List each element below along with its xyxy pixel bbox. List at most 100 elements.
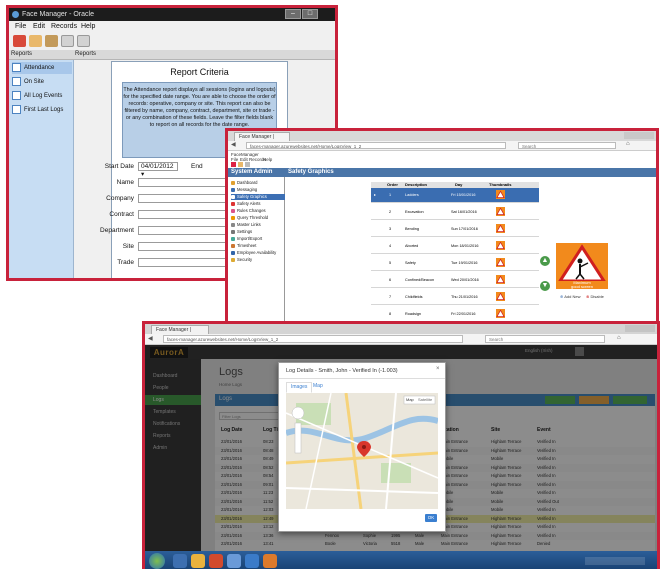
row-order: 5: [389, 261, 392, 265]
row-description: Confined/Beacon: [405, 278, 435, 282]
search-input[interactable]: Search: [518, 142, 616, 149]
sidebar-item-messaging[interactable]: Messaging: [231, 187, 285, 193]
explorer-taskbar-icon[interactable]: [191, 554, 205, 568]
disable-button[interactable]: ⊗ Disable: [586, 294, 604, 299]
sidebar-item-first-last-logs[interactable]: First Last Logs: [12, 104, 72, 116]
sidebar-item-all-log-events[interactable]: All Log Events: [12, 90, 72, 102]
menu-help[interactable]: Help: [81, 21, 95, 33]
ok-button[interactable]: OK: [425, 514, 437, 522]
row-day: Sat 16/01/2016: [451, 210, 477, 214]
menu-records[interactable]: Records: [51, 21, 77, 33]
row-pointer: ▸: [374, 193, 376, 197]
row-day: Fri 22/01/2016: [451, 312, 476, 316]
row-description: Safety: [405, 261, 416, 265]
graphics-table-row[interactable]: 2 Excavation Sat 16/01/2016: [371, 205, 539, 220]
sidebar-item-import-export[interactable]: Import/Export: [231, 236, 285, 242]
address-input[interactable]: faces-manager.azurewebsites.net/Home/Log…: [246, 142, 506, 149]
sidebar-item-safety-graphics[interactable]: Safety Graphics: [231, 194, 285, 200]
satellite-view-button[interactable]: Satellite: [418, 397, 432, 402]
down-arrow-button[interactable]: ▼: [540, 281, 550, 291]
menu-edit[interactable]: Edit: [33, 21, 45, 33]
report-icon: [12, 77, 21, 86]
address-input[interactable]: faces-manager.azurewebsites.net/Home/Log…: [163, 335, 463, 343]
row-day: Tue 19/01/2016: [451, 261, 478, 265]
app-taskbar-icon[interactable]: [227, 554, 241, 568]
sidebar-item-timesheet[interactable]: Timesheet: [231, 243, 285, 249]
window-controls[interactable]: [624, 132, 654, 139]
back-icon[interactable]: ◀: [231, 141, 236, 148]
tab-map[interactable]: Map: [309, 382, 327, 391]
browser-tab[interactable]: Face Manager |: [151, 325, 209, 334]
row-description: Ladders: [405, 193, 419, 197]
department-label: Department: [100, 227, 134, 234]
people-icon[interactable]: [13, 35, 26, 47]
sidebar-item-security[interactable]: Security: [231, 257, 285, 263]
window-controls[interactable]: [625, 325, 655, 332]
import-icon: [231, 237, 235, 241]
sidebar-item-master-links[interactable]: Master Links: [231, 222, 285, 228]
warning-thumbnail-icon: [496, 309, 505, 318]
up-arrow-button[interactable]: ▲: [540, 256, 550, 266]
ie-taskbar-icon[interactable]: [173, 554, 187, 568]
graphics-table-row[interactable]: 5 Safety Tue 19/01/2016: [371, 256, 539, 271]
admin-sidebar: Dashboard Messaging Safety Graphics Safe…: [228, 177, 285, 323]
facemanager-taskbar-icon[interactable]: [245, 554, 259, 568]
row-order: 3: [389, 227, 392, 231]
sidebar-item-query-threshold[interactable]: Query Threshold: [231, 215, 285, 221]
graphics-table-row[interactable]: 3 Bending Sun 17/01/2016: [371, 222, 539, 237]
graphics-table-row[interactable]: 7 Childfields Thu 21/01/2016: [371, 290, 539, 305]
sidebar-item-on-site[interactable]: On Site: [12, 76, 72, 88]
site-label: Site: [122, 243, 134, 250]
row-day: Thu 21/01/2016: [451, 295, 478, 299]
sidebar-item-rules-changes[interactable]: Rules Changes: [231, 208, 285, 214]
clipboard-icon[interactable]: [45, 35, 58, 47]
refresh-icon[interactable]: [77, 35, 90, 47]
close-icon[interactable]: ×: [436, 366, 440, 372]
people-icon[interactable]: [231, 162, 236, 167]
search-icon[interactable]: [61, 35, 74, 47]
row-day: Fri 15/01/2016: [451, 193, 476, 197]
row-order: 1: [389, 193, 392, 197]
media-taskbar-icon[interactable]: [209, 554, 223, 568]
folder-icon[interactable]: [238, 162, 243, 167]
home-icon[interactable]: ⌂: [617, 335, 621, 341]
caption-line-2: good screen: [570, 284, 593, 289]
graphics-icon: [231, 195, 235, 199]
search-input[interactable]: Search: [485, 335, 605, 343]
gear-icon: [231, 230, 235, 234]
sidebar-item-employee-availability[interactable]: Employee Availability: [231, 250, 285, 256]
sidebar-item-dashboard[interactable]: Dashboard: [231, 180, 285, 186]
windows-taskbar: [145, 551, 657, 569]
map-view-button[interactable]: Map: [406, 397, 414, 402]
system-admin-title: System Admin: [231, 169, 273, 175]
menu-file[interactable]: File: [15, 21, 26, 33]
warning-thumbnail-icon: [496, 224, 505, 233]
firefox-taskbar-icon[interactable]: [263, 554, 277, 568]
start-date-picker[interactable]: 04/01/2012 ▾: [138, 162, 178, 178]
add-new-button[interactable]: ⊕ Add New: [560, 294, 580, 299]
search-icon[interactable]: [245, 162, 250, 167]
sidebar-item-attendance[interactable]: Attendance: [12, 62, 72, 74]
location-map[interactable]: Map Satellite: [286, 393, 438, 509]
sidebar-item-safety-alerts[interactable]: Safety Alerts: [231, 201, 285, 207]
minimize-button[interactable]: –: [285, 9, 301, 19]
graphics-table-row[interactable]: ▸ 1 Ladders Fri 15/01/2016: [371, 188, 539, 203]
home-icon[interactable]: ⌂: [626, 141, 630, 147]
row-day: Mon 18/01/2016: [451, 244, 479, 248]
system-tray[interactable]: [585, 557, 645, 565]
sidebar-item-settings[interactable]: Settings: [231, 229, 285, 235]
maximize-button[interactable]: □: [302, 9, 318, 19]
graphics-table-row[interactable]: 8 Roadsign Fri 22/01/2016: [371, 307, 539, 322]
graphics-table-row[interactable]: 4 Aborted Mon 18/01/2016: [371, 239, 539, 254]
menu-help[interactable]: Help: [263, 157, 272, 162]
warning-thumbnail-icon: [496, 258, 505, 267]
browser-tab[interactable]: Face Manager |: [234, 132, 290, 141]
menubar: File Edit Records Help: [9, 21, 335, 33]
app-menubar: FaceManager File Edit Records Help: [228, 151, 656, 168]
reports-left-header: Reports: [11, 51, 33, 57]
start-button[interactable]: [149, 553, 165, 569]
graphics-table-row[interactable]: 6 Confined/Beacon Wed 20/01/2016: [371, 273, 539, 288]
folder-icon[interactable]: [29, 35, 42, 47]
query-icon: [231, 216, 235, 220]
back-icon[interactable]: ◀: [148, 335, 153, 342]
